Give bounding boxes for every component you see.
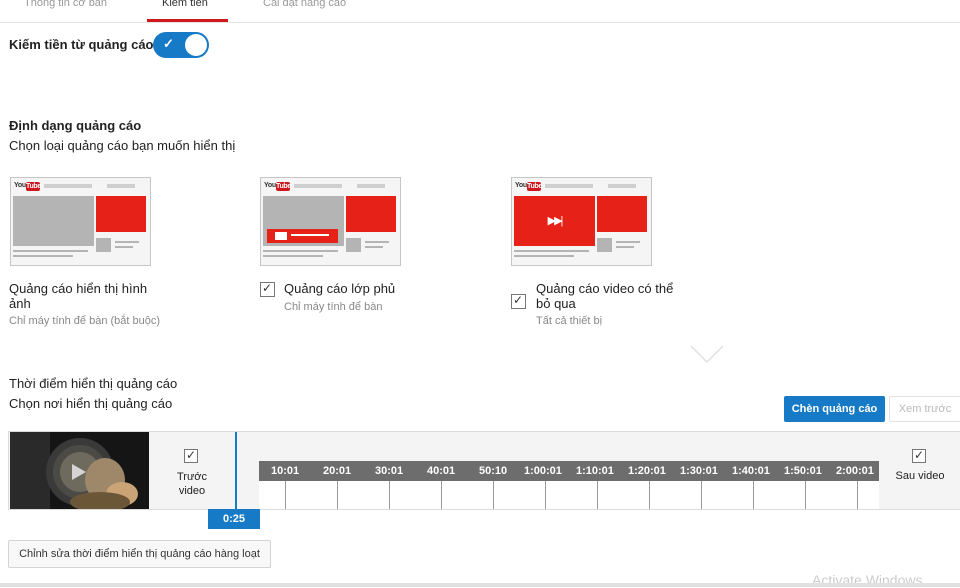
overlay-ad-note: Chỉ máy tính để bàn <box>284 301 383 313</box>
youtube-logo-icon: You Tube <box>264 182 292 191</box>
overlay-ad-checkbox[interactable]: ✓ <box>260 281 275 297</box>
tick-label: 20:01 <box>323 465 352 477</box>
monetize-toggle[interactable]: ✓ <box>153 32 209 58</box>
timeline-track[interactable] <box>259 481 879 509</box>
youtube-logo-icon: You Tube <box>515 182 543 191</box>
header-bar <box>107 184 135 188</box>
preview-button: Xem trước <box>889 396 960 422</box>
ad-timing-subtitle: Chọn nơi hiển thị quảng cáo <box>9 396 173 411</box>
playhead-cursor[interactable] <box>235 432 237 509</box>
skippable-ad-label: Quảng cáo video có thể bỏ qua <box>536 281 674 311</box>
pre-roll-slot[interactable]: ✓ Trước video <box>149 432 235 509</box>
insert-ad-button[interactable]: Chèn quảng cáo <box>784 396 885 422</box>
skippable-ad-note: Tất cả thiết bị <box>536 315 603 327</box>
skip-forward-icon: ▶▶| <box>514 196 595 246</box>
tick-label: 2:00:01 <box>836 465 874 477</box>
tab-monetization[interactable]: Kiếm tiền <box>162 0 208 9</box>
chevron-down-icon <box>690 345 724 364</box>
checkmark-icon: ✓ <box>914 448 925 462</box>
post-roll-slot[interactable]: ✓ Sau video <box>879 432 960 509</box>
video-placeholder <box>13 196 94 246</box>
skippable-ad-checkbox[interactable]: ✓ <box>511 293 526 309</box>
display-ad-box <box>597 196 647 232</box>
display-ad-note: Chỉ máy tính để bàn (bắt buộc) <box>9 315 161 327</box>
skippable-video-ad-thumbnail[interactable]: You Tube ▶▶| <box>511 177 652 266</box>
ad-formats-title: Định dạng quảng cáo <box>9 118 142 133</box>
overlay-ad-thumbnail[interactable]: You Tube <box>260 177 401 266</box>
display-ad-thumbnail[interactable]: You Tube <box>10 177 151 266</box>
time-ruler: 10:01 20:01 30:01 40:01 50:10 1:00:01 1:… <box>259 461 879 481</box>
tab-advanced-settings[interactable]: Cài đặt nâng cao <box>263 0 346 9</box>
video-frame-image <box>10 432 149 509</box>
related-thumb <box>96 238 111 252</box>
checkmark-icon: ✓ <box>186 448 197 462</box>
display-ad-box <box>346 196 396 232</box>
tab-bar: Thông tin cơ bản Kiếm tiền Cài đặt nâng … <box>0 0 960 23</box>
ad-timeline[interactable]: ✓ Trước video 10:01 20:01 30:01 40:01 50:… <box>8 431 960 510</box>
video-thumbnail <box>10 432 149 509</box>
bulk-edit-ad-timing-button[interactable]: Chỉnh sửa thời điểm hiển thị quảng cáo h… <box>8 540 271 568</box>
search-bar <box>44 184 92 188</box>
active-tab-indicator <box>147 19 228 22</box>
check-icon: ✓ <box>163 36 174 51</box>
current-time-label: 0:25 <box>208 509 260 529</box>
tick-label: 1:40:01 <box>732 465 770 477</box>
ad-formats-subtitle: Chọn loại quảng cáo bạn muốn hiển thị <box>9 138 236 153</box>
youtube-logo-icon: You Tube <box>14 182 42 191</box>
post-roll-label: Sau video <box>895 470 945 482</box>
overlay-ad-banner <box>267 229 338 243</box>
tick-label: 1:30:01 <box>680 465 718 477</box>
tick-label: 1:10:01 <box>576 465 614 477</box>
tick-label: 1:20:01 <box>628 465 666 477</box>
overlay-ad-label: Quảng cáo lớp phủ <box>284 281 396 296</box>
tick-label: 1:50:01 <box>784 465 822 477</box>
tick-label: 1:00:01 <box>524 465 562 477</box>
tab-basic-info[interactable]: Thông tin cơ bản <box>24 0 107 9</box>
tick-label: 30:01 <box>375 465 404 477</box>
post-roll-checkbox[interactable]: ✓ <box>912 448 926 463</box>
tick-label: 10:01 <box>271 465 300 477</box>
tick-label: 40:01 <box>427 465 456 477</box>
display-ad-label: Quảng cáo hiển thị hình ảnh <box>9 281 148 311</box>
checkmark-icon: ✓ <box>262 281 273 295</box>
monetize-with-ads-label: Kiếm tiền từ quảng cáo <box>9 37 154 52</box>
tick-label: 50:10 <box>479 465 508 477</box>
ad-timing-title: Thời điểm hiển thị quảng cáo <box>9 376 178 391</box>
toggle-knob <box>185 34 207 56</box>
bottom-divider <box>0 583 960 587</box>
checkmark-icon: ✓ <box>513 293 524 307</box>
pre-roll-checkbox[interactable]: ✓ <box>184 448 198 463</box>
pre-roll-label: Trước video <box>176 471 208 497</box>
display-ad-box <box>96 196 146 232</box>
